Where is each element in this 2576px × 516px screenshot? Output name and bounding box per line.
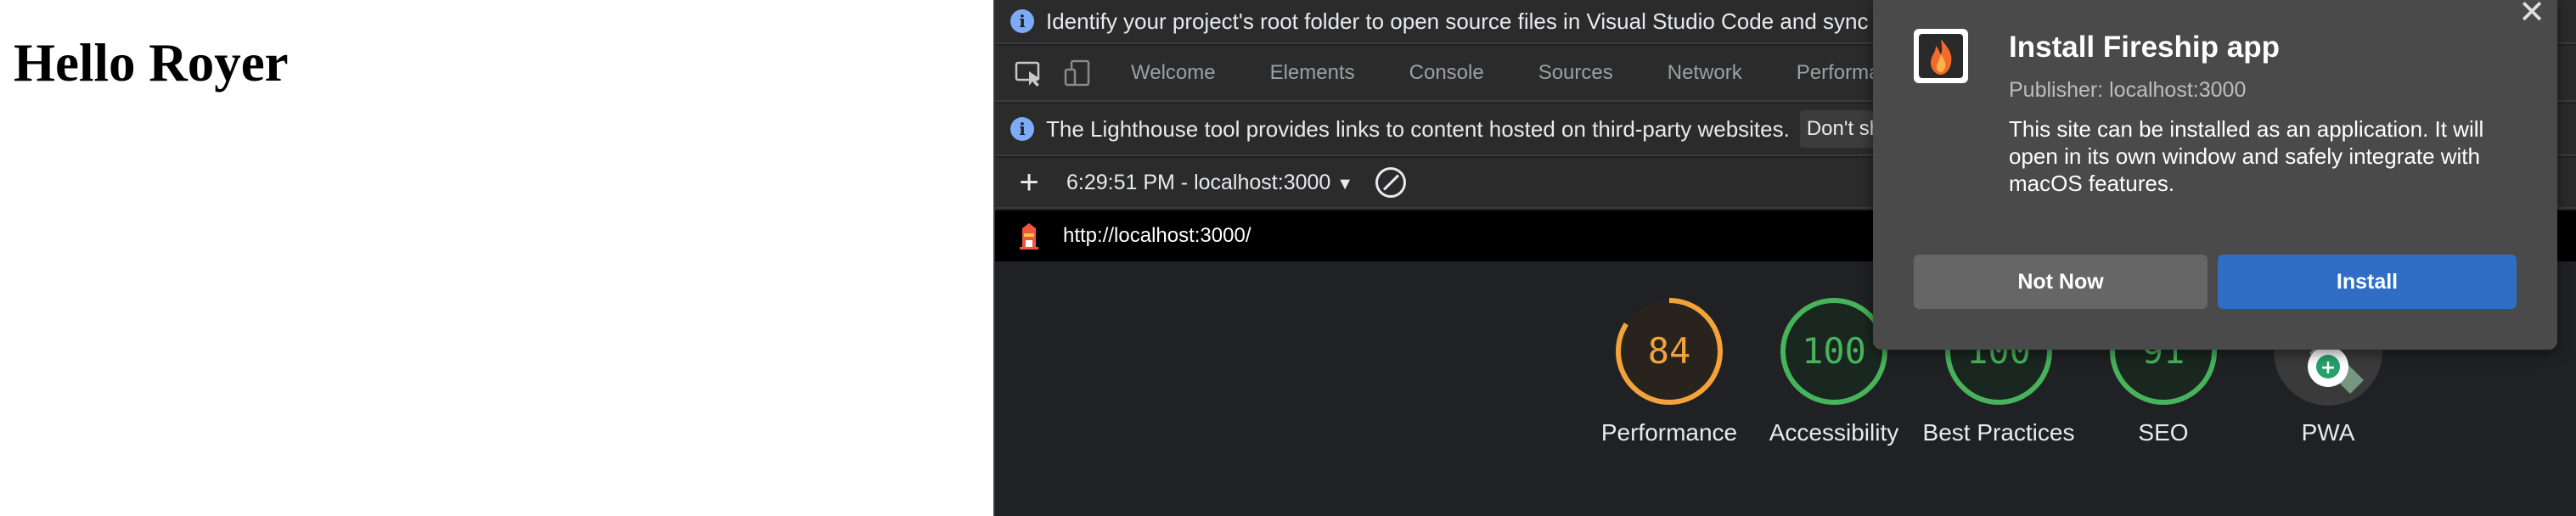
gauge-best-practices-label: Best Practices [1922, 419, 2075, 446]
gauge-accessibility-score: 100 [1802, 330, 1866, 372]
new-report-icon[interactable]: + [1014, 165, 1044, 199]
report-url[interactable]: http://localhost:3000/ [1063, 224, 1251, 248]
not-now-button[interactable]: Not Now [1914, 255, 2208, 309]
tab-elements[interactable]: Elements [1243, 45, 1382, 101]
dialog-description: This site can be installed as an applica… [2009, 116, 2484, 196]
close-icon[interactable]: ✕ [2518, 0, 2545, 29]
gauge-performance-score: 84 [1648, 330, 1691, 372]
tab-console[interactable]: Console [1382, 45, 1511, 101]
gauge-pwa-label: PWA [2301, 419, 2355, 446]
gauge-performance-ring: 84 [1616, 298, 1723, 405]
fireship-app-icon [1914, 29, 1968, 83]
report-select-value: 6:29:51 PM - localhost:3000 [1066, 170, 1331, 194]
page-heading: Hello Royer [14, 33, 289, 93]
gauge-seo-label: SEO [2138, 419, 2189, 446]
clear-reports-icon[interactable] [1375, 167, 1407, 198]
inspect-element-icon[interactable] [1014, 58, 1044, 88]
svg-text:+: + [2320, 357, 2336, 379]
gauge-performance-label: Performance [1600, 419, 1738, 446]
gauge-accessibility-label: Accessibility [1769, 419, 1899, 446]
info-icon: i [1010, 9, 1034, 33]
lighthouse-logo-icon [1017, 222, 1041, 250]
install-app-dialog: ✕ Install Fireship app Publisher: localh… [1873, 0, 2557, 350]
tab-network[interactable]: Network [1640, 45, 1769, 101]
caret-down-icon: ▼ [1336, 174, 1354, 194]
dialog-publisher: Publisher: localhost:3000 [2009, 78, 2247, 102]
web-page: Hello Royer [0, 0, 993, 516]
device-toolbar-icon[interactable] [1063, 58, 1094, 88]
info-icon: i [1010, 117, 1034, 141]
tab-welcome[interactable]: Welcome [1104, 45, 1243, 101]
lighthouse-info-text: The Lighthouse tool provides links to co… [1046, 115, 1790, 142]
tab-sources[interactable]: Sources [1511, 45, 1640, 101]
gauge-performance[interactable]: 84 Performance [1589, 295, 1750, 450]
install-button[interactable]: Install [2218, 255, 2517, 309]
dialog-title: Install Fireship app [2009, 31, 2280, 64]
report-select[interactable]: 6:29:51 PM - localhost:3000 ▼ [1066, 171, 1353, 195]
workspace-info-text: Identify your project's root folder to o… [1046, 8, 1935, 34]
